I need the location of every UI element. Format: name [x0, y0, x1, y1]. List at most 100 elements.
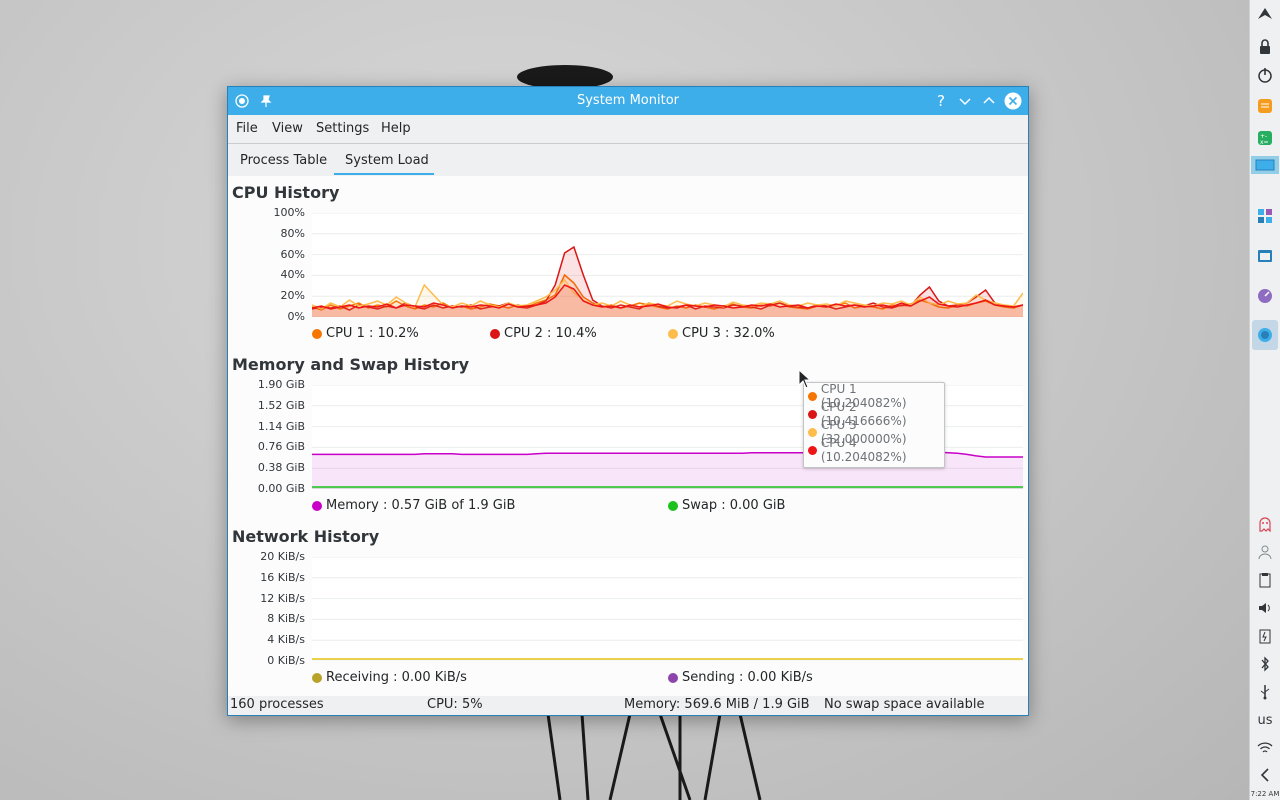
- legend-cpu3: CPU 3 : 32.0%: [668, 326, 775, 341]
- status-swap: No swap space available: [824, 697, 985, 712]
- tiles-app-icon[interactable]: [1256, 207, 1274, 225]
- memory-ytick-0: 1.90 GiB: [257, 378, 305, 391]
- memory-ytick-4: 0.38 GiB: [257, 461, 305, 475]
- legend-sending: Sending : 0.00 KiB/s: [668, 670, 813, 685]
- user-icon[interactable]: [1256, 543, 1274, 561]
- legend-swap-dot: [668, 500, 678, 511]
- mouse-cursor-icon: [798, 369, 812, 389]
- network-ytick-5: 0 KiB/s: [267, 654, 305, 667]
- network-history-chart: [312, 556, 1023, 662]
- menubar: File View Settings Help: [228, 115, 1028, 143]
- legend-sending-dot: [668, 672, 678, 683]
- statusbar: 160 processes CPU: 5% Memory: 569.6 MiB …: [228, 696, 1028, 715]
- chevron-left-icon[interactable]: [1256, 766, 1274, 784]
- usb-icon[interactable]: [1256, 683, 1274, 701]
- memory-history-title: Memory and Swap History: [232, 355, 470, 374]
- battery-icon[interactable]: [1256, 627, 1274, 645]
- system-monitor-window: System Monitor ? File View Settings Help…: [227, 86, 1029, 716]
- titlebar[interactable]: System Monitor ?: [228, 87, 1028, 115]
- tooltip-row-cpu4: CPU 4 (10.204082%): [808, 436, 944, 464]
- memory-ytick-1: 1.52 GiB: [257, 398, 305, 412]
- legend-receiving-label: Receiving : 0.00 KiB/s: [326, 670, 467, 685]
- status-cpu: CPU: 5%: [427, 697, 483, 712]
- cpu-ytick-5: 0%: [287, 310, 305, 323]
- tooltip-cpu1-dot: [808, 391, 817, 401]
- system-monitor-task-icon[interactable]: [1252, 320, 1278, 350]
- legend-memory-label: Memory : 0.57 GiB of 1.9 GiB: [326, 498, 516, 513]
- cpu-history-title: CPU History: [232, 183, 340, 202]
- network-history-plot: [312, 556, 1023, 662]
- network-ytick-0: 20 KiB/s: [260, 550, 305, 563]
- cpu-history-plot: [311, 212, 1024, 318]
- legend-cpu3-label: CPU 3 : 32.0%: [682, 326, 775, 341]
- clipboard-icon[interactable]: [1256, 571, 1274, 589]
- cpu-ytick-1: 80%: [280, 226, 305, 240]
- cpu-history-chart: [311, 212, 1024, 318]
- menu-view[interactable]: View: [272, 121, 303, 136]
- network-ytick-4: 4 KiB/s: [267, 633, 305, 647]
- tab-process-table[interactable]: Process Table: [240, 153, 327, 168]
- legend-cpu1-label: CPU 1 : 10.2%: [326, 326, 419, 341]
- tooltip-cpu4-dot: [808, 445, 817, 455]
- power-icon[interactable]: [1256, 66, 1274, 84]
- network-ytick-2: 12 KiB/s: [260, 591, 305, 605]
- desktop-pager-icon[interactable]: [1251, 156, 1279, 174]
- close-button[interactable]: [1004, 92, 1022, 110]
- lock-icon[interactable]: [1256, 38, 1274, 56]
- tooltip-cpu4-label: CPU 4 (10.204082%): [820, 436, 907, 464]
- svg-text:x=: x=: [1260, 139, 1269, 146]
- legend-cpu1-dot: [312, 328, 322, 339]
- legend-swap: Swap : 0.00 GiB: [668, 498, 785, 513]
- legend-memory: Memory : 0.57 GiB of 1.9 GiB: [312, 498, 515, 513]
- memory-ytick-5: 0.00 GiB: [257, 482, 305, 495]
- app-launcher-icon[interactable]: [1256, 5, 1274, 23]
- cpu-tooltip: CPU 1 (10.204082%) CPU 2 (10.416666%) CP…: [803, 382, 945, 468]
- system-load-content: CPU History CPU 1 : 10.2% CPU 2 : 10.4% …: [228, 176, 1028, 696]
- tooltip-cpu2-dot: [808, 409, 817, 419]
- legend-cpu3-dot: [668, 328, 678, 339]
- notes-app-icon[interactable]: [1256, 97, 1274, 115]
- ghost-icon[interactable]: [1256, 515, 1274, 533]
- calculator-icon[interactable]: +- x=: [1256, 129, 1274, 147]
- bluetooth-icon[interactable]: [1256, 655, 1274, 673]
- legend-cpu1: CPU 1 : 10.2%: [312, 326, 419, 341]
- legend-memory-dot: [312, 500, 322, 511]
- tab-system-load[interactable]: System Load: [345, 153, 429, 168]
- legend-cpu2-dot: [490, 328, 500, 339]
- legend-receiving-dot: [312, 672, 322, 683]
- active-tab-indicator: [334, 173, 434, 175]
- status-processes: 160 processes: [230, 697, 324, 712]
- network-history-title: Network History: [232, 527, 380, 546]
- legend-sending-label: Sending : 0.00 KiB/s: [682, 670, 813, 685]
- menu-settings[interactable]: Settings: [316, 121, 369, 136]
- network-ytick-3: 8 KiB/s: [267, 612, 305, 626]
- legend-swap-label: Swap : 0.00 GiB: [682, 498, 786, 513]
- menu-help[interactable]: Help: [381, 121, 411, 136]
- help-button[interactable]: ?: [932, 92, 950, 110]
- cpu-ytick-0: 100%: [273, 206, 305, 219]
- system-tray-panel: +- x= us 7:22 AM: [1249, 0, 1280, 800]
- wifi-icon[interactable]: [1256, 739, 1274, 757]
- tab-bar: Process Table System Load: [228, 144, 1028, 176]
- minimize-button[interactable]: [956, 92, 974, 110]
- window-list-icon[interactable]: [1256, 247, 1274, 265]
- legend-receiving: Receiving : 0.00 KiB/s: [312, 670, 467, 685]
- cpu-ytick-3: 40%: [280, 268, 305, 282]
- cpu-ytick-4: 20%: [280, 289, 305, 303]
- keyboard-layout-indicator[interactable]: us: [1256, 711, 1274, 729]
- legend-cpu2-label: CPU 2 : 10.4%: [504, 326, 597, 341]
- volume-icon[interactable]: [1256, 599, 1274, 617]
- panel-clock[interactable]: 7:22 AM: [1250, 790, 1280, 798]
- wallpaper-lines: [546, 714, 762, 800]
- memory-ytick-3: 0.76 GiB: [257, 440, 305, 454]
- menu-file[interactable]: File: [236, 121, 258, 136]
- legend-cpu2: CPU 2 : 10.4%: [490, 326, 597, 341]
- window-title: System Monitor: [576, 93, 680, 108]
- memory-ytick-2: 1.14 GiB: [257, 419, 305, 433]
- maximize-button[interactable]: [980, 92, 998, 110]
- tooltip-cpu3-dot: [808, 427, 817, 437]
- status-memory: Memory: 569.6 MiB / 1.9 GiB: [624, 697, 810, 712]
- cpu-ytick-2: 60%: [280, 247, 305, 261]
- gauge-app-icon[interactable]: [1256, 287, 1274, 305]
- network-ytick-1: 16 KiB/s: [260, 570, 305, 584]
